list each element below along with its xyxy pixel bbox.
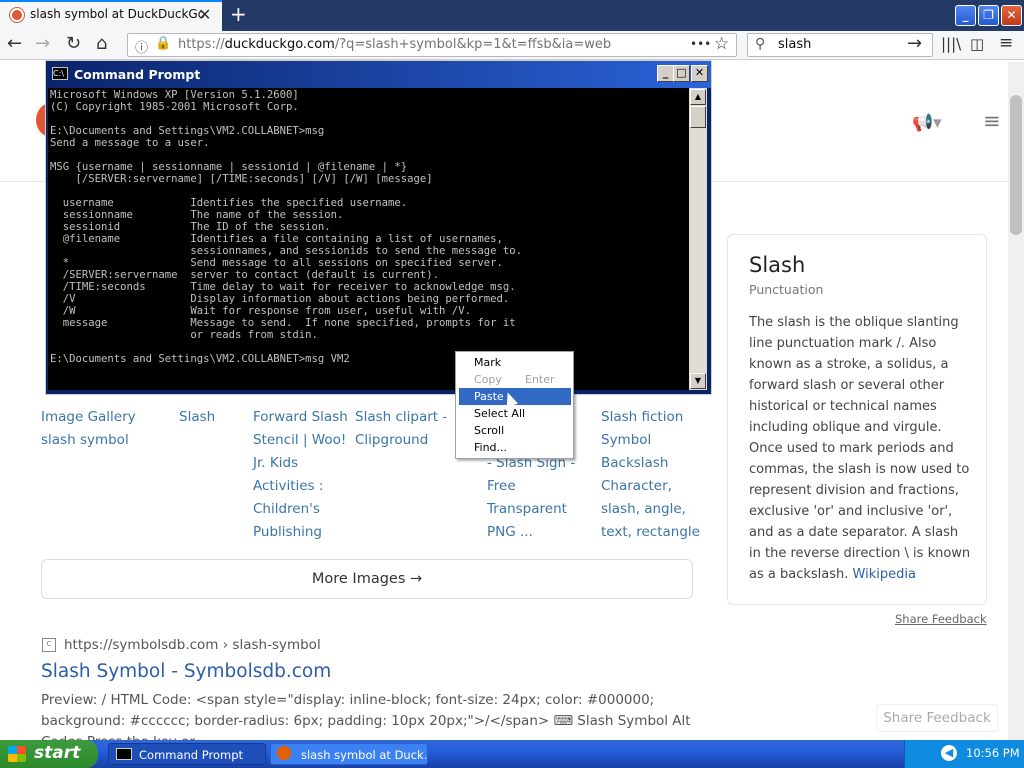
cmd-scroll-thumb[interactable] — [690, 106, 706, 128]
cmd-maximize-button[interactable]: □ — [673, 65, 690, 82]
bookmark-star-icon[interactable]: ☆ — [714, 34, 729, 54]
scroll-up-icon[interactable]: ▲ — [690, 89, 706, 105]
share-feedback-link[interactable]: Share Feedback — [895, 612, 987, 626]
new-tab-button[interactable]: + — [230, 2, 247, 26]
cmd-task-icon — [116, 748, 132, 760]
menu-item-scroll[interactable]: Scroll — [459, 422, 571, 439]
image-caption-1[interactable]: Image Gallery slash symbol — [41, 406, 136, 452]
kp-title: Slash — [749, 253, 806, 277]
page-actions-icon[interactable]: ••• — [690, 37, 711, 51]
reload-icon[interactable]: ↻ — [66, 33, 81, 54]
lock-icon[interactable]: 🔒 — [155, 36, 171, 51]
url-text[interactable]: https://duckduckgo.com/?q=slash+symbol&k… — [178, 37, 611, 52]
tab-title: slash symbol at DuckDuckGo — [30, 7, 206, 21]
hamburger-menu-icon[interactable]: ≡ — [983, 109, 1001, 133]
menu-icon[interactable]: ≡ — [999, 33, 1013, 53]
cmd-title: Command Prompt — [74, 67, 201, 82]
cmd-output: Microsoft Windows XP [Version 5.1.2600] … — [50, 89, 522, 365]
menu-item-mark[interactable]: Mark — [459, 354, 571, 371]
tab-close-icon[interactable]: ✕ — [198, 5, 211, 24]
result-favicon-icon: c — [42, 638, 56, 652]
image-caption-6[interactable]: Slash fiction Symbol Backslash Character, sl… — [601, 406, 700, 544]
more-images-button[interactable]: More Images → — [41, 559, 693, 599]
clock: 10:56 PM — [966, 746, 1020, 760]
menu-item-select-all[interactable]: Select All — [459, 405, 571, 422]
menu-item-copy[interactable]: Copy Enter — [459, 371, 571, 388]
back-icon[interactable]: ← — [7, 33, 22, 54]
wikipedia-link[interactable]: Wikipedia — [853, 567, 916, 582]
share-feedback-button[interactable]: Share Feedback — [876, 704, 998, 732]
sidebar-icon[interactable]: ◫ — [970, 35, 984, 53]
restore-button[interactable]: ❐ — [978, 5, 999, 26]
context-menu: Mark Copy Enter Paste Select All Scroll F… — [455, 351, 574, 459]
home-icon[interactable]: ⌂ — [96, 33, 107, 54]
image-caption-5[interactable]: - Slash Sign - Free Transparent PNG ... — [487, 452, 575, 544]
close-window-button[interactable]: ✕ — [1001, 5, 1022, 26]
task-browser[interactable]: slash symbol at Duck... — [270, 743, 428, 765]
image-caption-2[interactable]: Slash — [179, 406, 215, 429]
search-input[interactable]: slash — [778, 37, 811, 52]
scroll-down-icon[interactable]: ▼ — [690, 373, 706, 389]
windows-flag-icon — [8, 746, 26, 762]
tray-app-icon[interactable]: ◀ — [941, 745, 957, 761]
result-url[interactable]: https://symbolsdb.com › slash-symbol — [64, 637, 321, 653]
cmd-icon: C:\ — [52, 67, 68, 80]
firefox-task-icon — [277, 746, 291, 760]
image-caption-3[interactable]: Forward Slash Stencil | Woo! Jr. Kids Activ… — [253, 406, 348, 544]
megaphone-icon[interactable]: 📢▾ — [912, 113, 942, 133]
cmd-close-button[interactable]: ✕ — [691, 65, 708, 82]
cmd-minimize-button[interactable]: _ — [657, 65, 674, 82]
duckduckgo-favicon-icon — [10, 8, 24, 22]
page-scroll-thumb[interactable] — [1010, 95, 1022, 235]
forward-icon[interactable]: → — [35, 33, 50, 54]
kp-description: The slash is the oblique slanting line p… — [749, 315, 971, 582]
image-caption-4[interactable]: Slash clipart - Clipground — [355, 406, 447, 452]
info-icon[interactable]: ⓘ — [135, 37, 148, 56]
library-icon[interactable]: |||\ — [941, 35, 961, 53]
search-icon: ⚲ — [755, 36, 766, 52]
kp-subtitle: Punctuation — [749, 282, 824, 297]
menu-item-find[interactable]: Find... — [459, 439, 571, 456]
minimize-button[interactable]: _ — [955, 5, 976, 26]
search-bar[interactable] — [747, 33, 933, 57]
result-title-link[interactable]: Slash Symbol - Symbolsdb.com — [41, 661, 331, 682]
search-go-icon[interactable]: → — [907, 33, 922, 54]
cmd-scrollbar[interactable] — [689, 88, 707, 390]
